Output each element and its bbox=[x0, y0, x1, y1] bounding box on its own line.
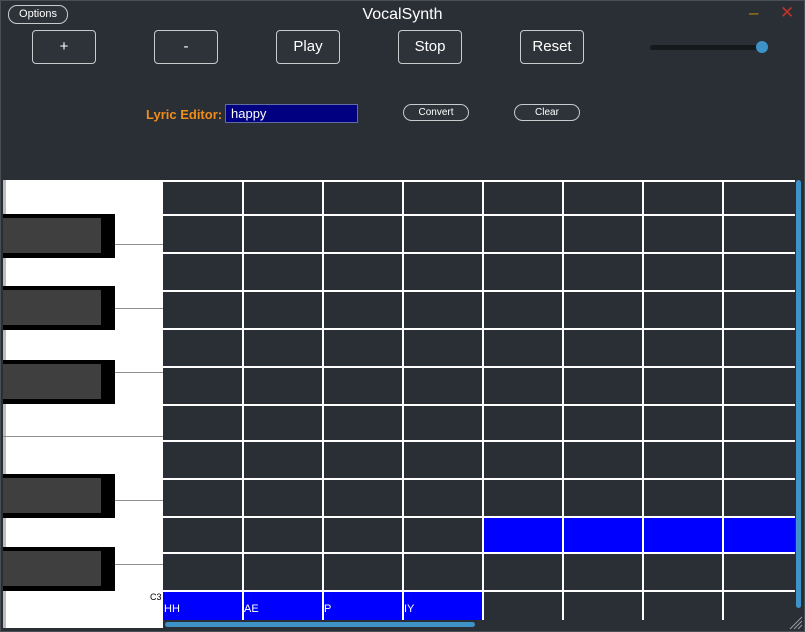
vertical-scrollbar-thumb[interactable] bbox=[796, 180, 801, 608]
grid-column-line bbox=[562, 180, 564, 620]
window-title: VocalSynth bbox=[362, 6, 443, 23]
lyric-input[interactable] bbox=[225, 104, 358, 123]
grid-column-line bbox=[242, 180, 244, 620]
black-key[interactable] bbox=[3, 360, 115, 404]
black-key[interactable] bbox=[3, 214, 115, 258]
horizontal-scrollbar-thumb[interactable] bbox=[165, 622, 475, 627]
white-key-divider bbox=[113, 244, 163, 245]
lyric-editor-label: Lyric Editor: bbox=[146, 107, 223, 122]
black-key[interactable] bbox=[3, 547, 115, 591]
grid-row-line bbox=[163, 180, 795, 182]
note-block[interactable]: IY bbox=[403, 592, 483, 620]
phoneme-label: P bbox=[324, 603, 332, 615]
grid-row-line bbox=[163, 590, 795, 592]
grid-column-line bbox=[482, 180, 484, 620]
grid-row-line bbox=[163, 252, 795, 254]
note-block[interactable]: HH bbox=[163, 592, 243, 620]
vertical-scrollbar[interactable] bbox=[795, 180, 802, 626]
white-key-divider bbox=[113, 372, 163, 373]
volume-slider-thumb[interactable] bbox=[756, 41, 768, 53]
note-block[interactable]: AE bbox=[243, 592, 323, 620]
play-button[interactable]: Play bbox=[276, 30, 340, 64]
piano-keyboard[interactable] bbox=[3, 180, 163, 628]
white-key-divider bbox=[113, 564, 163, 565]
grid-row-line bbox=[163, 552, 795, 554]
phoneme-label: IY bbox=[404, 603, 415, 615]
note-block[interactable] bbox=[484, 516, 795, 552]
grid-row-line bbox=[163, 290, 795, 292]
close-icon[interactable]: ✕ bbox=[780, 3, 794, 23]
note-block[interactable]: P bbox=[323, 592, 403, 620]
white-key-divider bbox=[3, 436, 163, 437]
octave-label: C3 bbox=[150, 592, 162, 602]
grid-column-line bbox=[722, 180, 724, 620]
black-key[interactable] bbox=[3, 474, 115, 518]
volume-slider-track[interactable] bbox=[650, 45, 762, 50]
note-grid[interactable]: HH AE P IY bbox=[163, 180, 795, 620]
grid-row-line bbox=[163, 328, 795, 330]
white-key-divider bbox=[113, 500, 163, 501]
phoneme-label: HH bbox=[164, 603, 180, 615]
add-button[interactable]: + bbox=[32, 30, 96, 64]
remove-button[interactable]: - bbox=[154, 30, 218, 64]
grid-row-line bbox=[163, 516, 795, 518]
grid-column-line bbox=[642, 180, 644, 620]
grid-row-line bbox=[163, 366, 795, 368]
grid-column-line bbox=[402, 180, 404, 620]
minimize-icon[interactable]: – bbox=[749, 3, 758, 23]
stop-button[interactable]: Stop bbox=[398, 30, 462, 64]
black-key[interactable] bbox=[3, 286, 115, 330]
grid-row-line bbox=[163, 478, 795, 480]
phoneme-label: AE bbox=[244, 603, 259, 615]
resize-grip-icon[interactable] bbox=[787, 614, 803, 630]
reset-button[interactable]: Reset bbox=[520, 30, 584, 64]
grid-column-line bbox=[322, 180, 324, 620]
clear-button[interactable]: Clear bbox=[514, 104, 580, 121]
grid-row-line bbox=[163, 440, 795, 442]
convert-button[interactable]: Convert bbox=[403, 104, 469, 121]
grid-row-line bbox=[163, 214, 795, 216]
white-key-divider bbox=[113, 308, 163, 309]
grid-row-line bbox=[163, 404, 795, 406]
